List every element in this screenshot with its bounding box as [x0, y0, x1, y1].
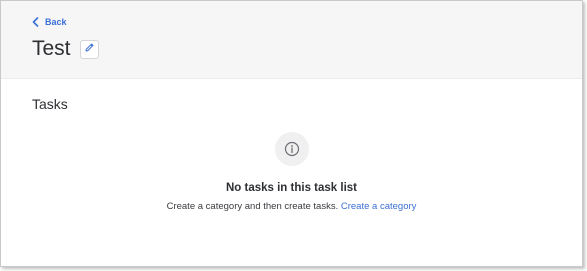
create-category-link[interactable]: Create a category — [341, 201, 417, 212]
section-title: Tasks — [32, 96, 68, 112]
back-link[interactable]: Back — [32, 17, 67, 27]
empty-state-description: Create a category and then create tasks.… — [1, 201, 582, 212]
pencil-icon — [84, 40, 95, 58]
page-header: Back Test — [1, 1, 582, 79]
empty-state-title: No tasks in this task list — [225, 182, 357, 194]
empty-state-text: Create a category and then create tasks. — [166, 201, 339, 212]
task-list-page: Back Test Tasks No tasks in this task li… — [0, 0, 583, 267]
edit-title-button[interactable] — [79, 39, 99, 59]
back-label: Back — [45, 17, 67, 27]
chevron-left-icon — [32, 17, 39, 27]
empty-state: No tasks in this task list Create a cate… — [1, 132, 582, 212]
page-title: Test — [32, 37, 71, 60]
title-row: Test — [32, 35, 99, 63]
info-icon — [274, 132, 309, 166]
